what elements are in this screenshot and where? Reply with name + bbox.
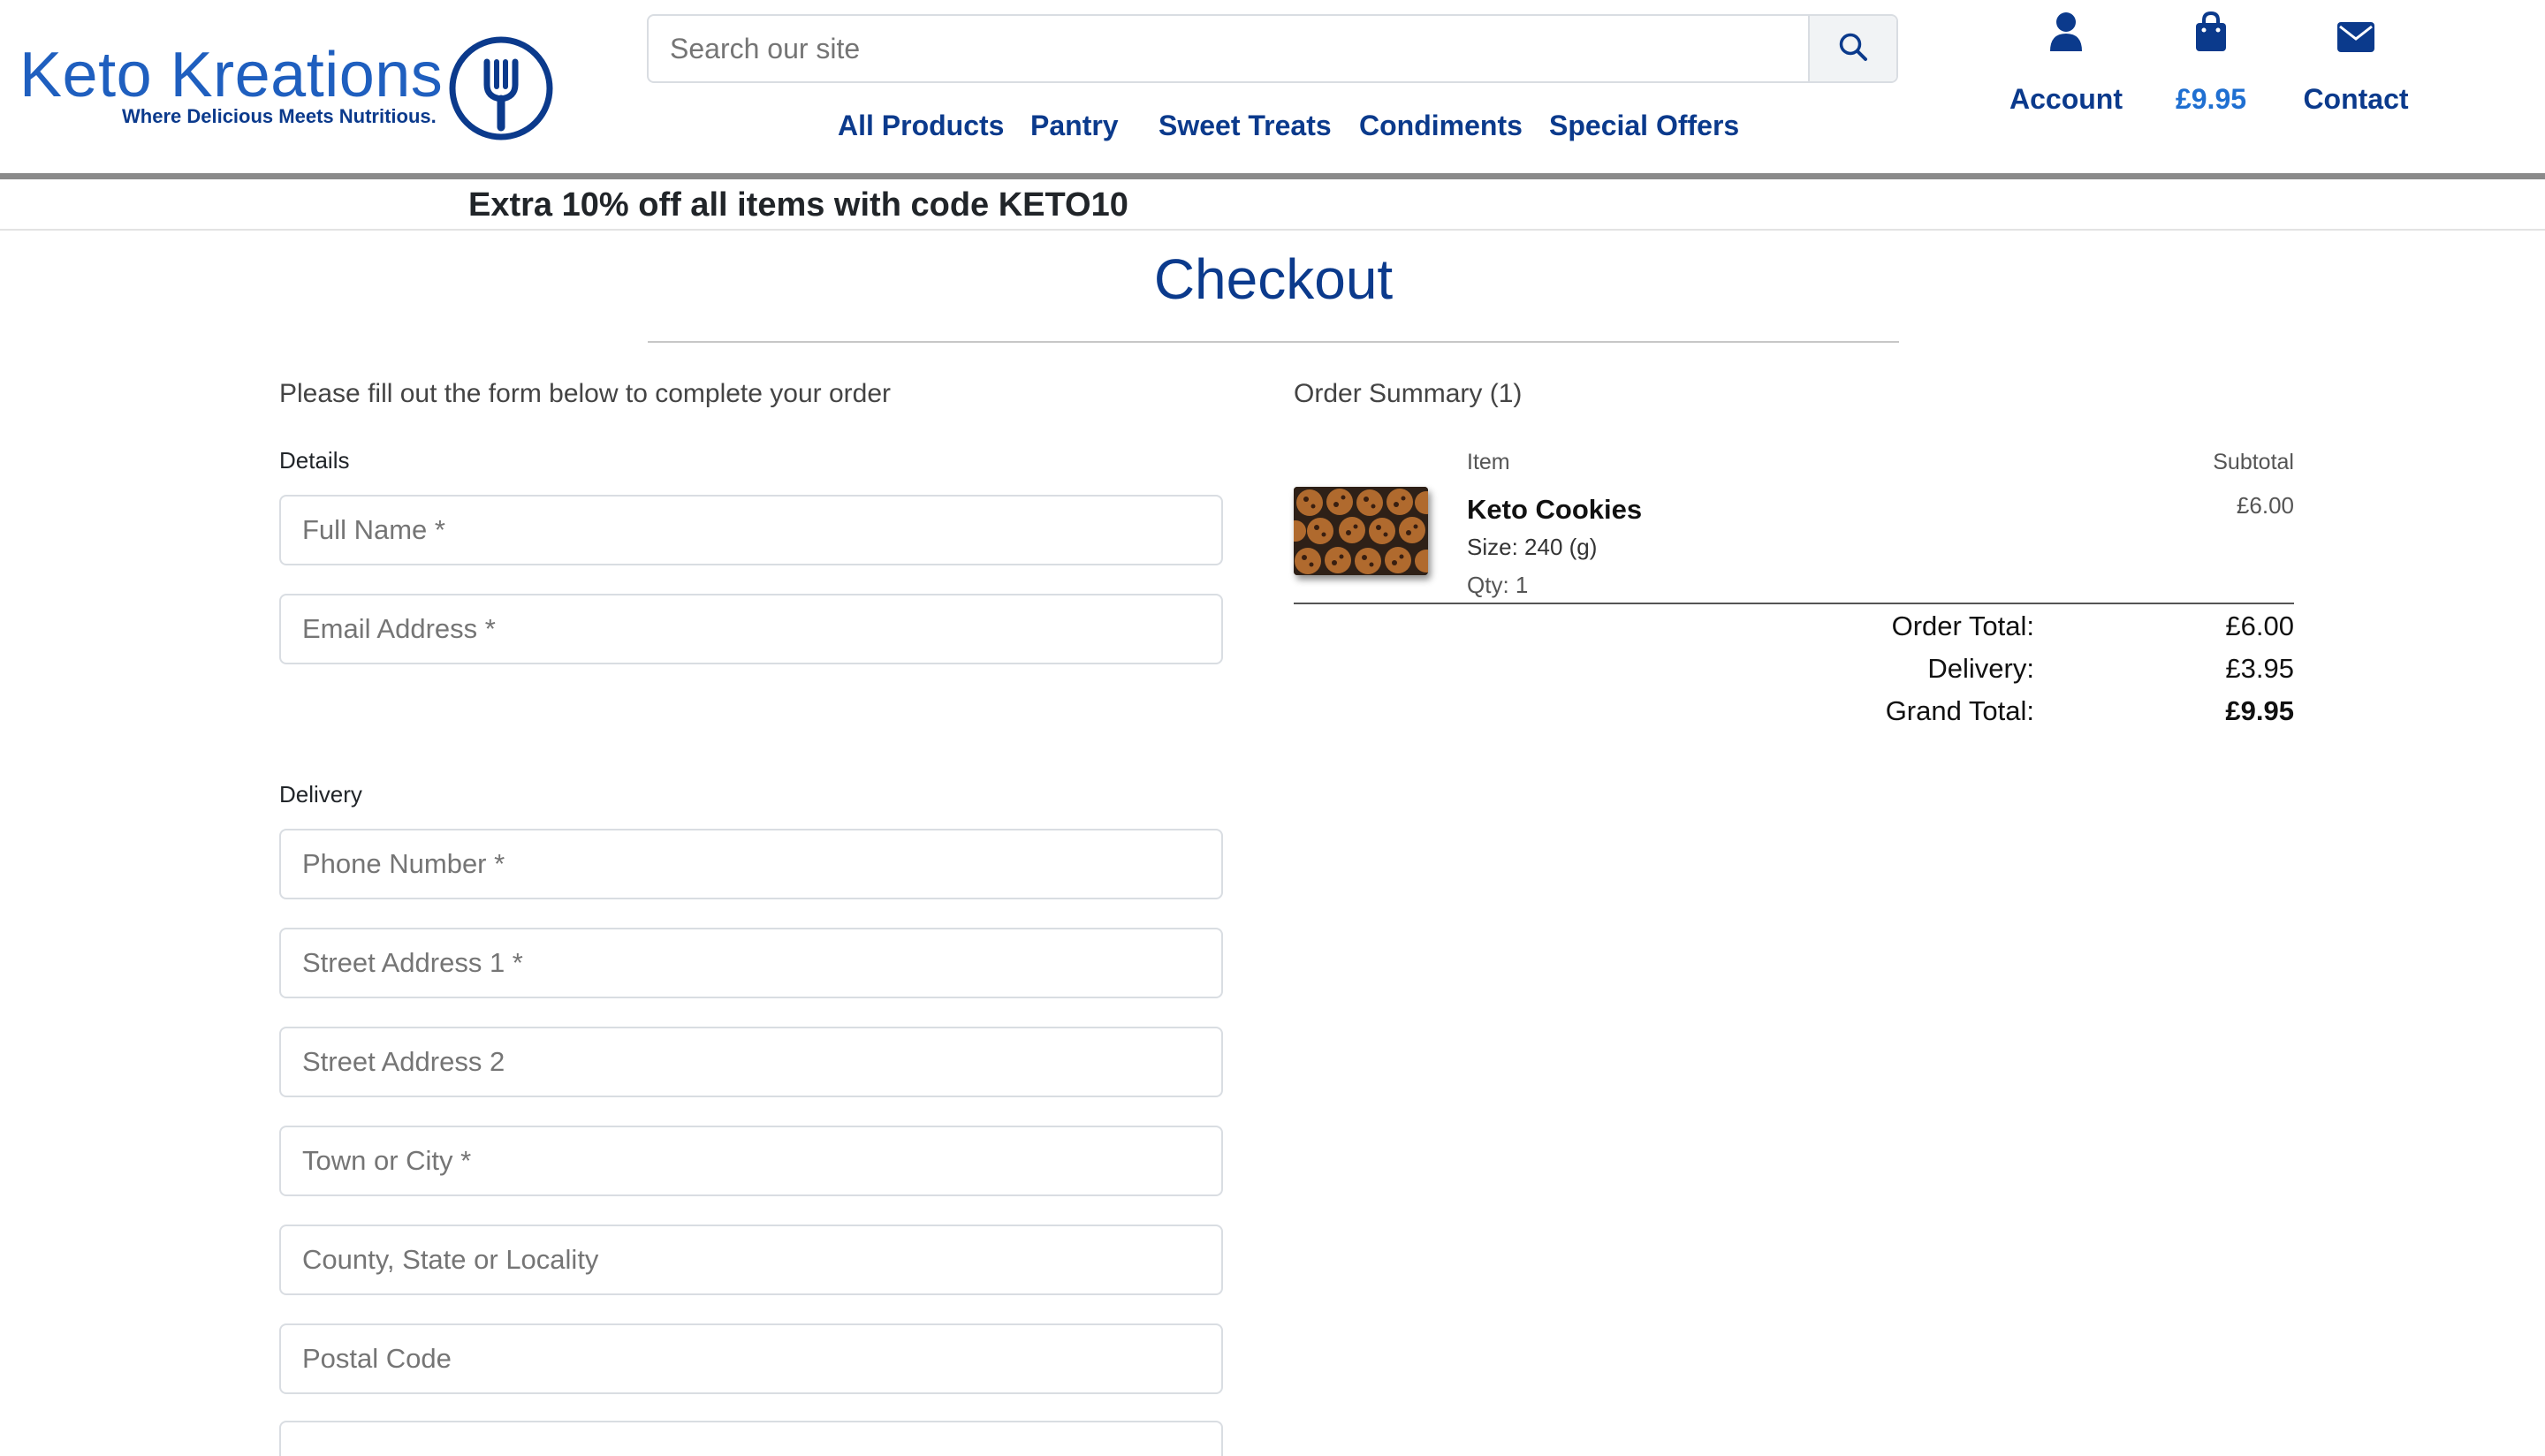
promo-banner [0,179,2545,231]
brand-tagline: Where Delicious Meets Nutritious. [122,105,437,127]
search-icon [1838,32,1868,66]
delivery-cost-label: Delivery: [1927,653,2034,684]
phone-field[interactable] [279,829,1223,899]
delivery-label: Delivery [279,781,362,808]
details-label: Details [279,447,350,474]
user-icon[interactable] [2040,9,2093,53]
product-thumbnail[interactable] [1294,487,1428,575]
order-total-value: £6.00 [2225,610,2294,641]
envelope-icon[interactable] [2329,9,2382,53]
brand-name[interactable]: Keto Kreations [19,35,443,115]
column-header-item: Item [1467,450,1510,474]
delivery-cost-value: £3.95 [2225,653,2294,684]
header-divider [0,173,2545,179]
nav-condiments[interactable]: Condiments [1359,108,1523,143]
nav-special-offers[interactable]: Special Offers [1549,108,1739,143]
summary-divider [1294,603,2294,604]
nav-sweet-treats[interactable]: Sweet Treats [1159,108,1332,143]
page-title: Checkout [1153,247,1394,311]
postcode-field[interactable] [279,1323,1223,1394]
country-field-partial[interactable] [279,1421,1223,1456]
nav-pantry[interactable]: Pantry [1030,108,1119,143]
order-summary-heading: Order Summary (1) [1294,379,1523,408]
county-field[interactable] [279,1225,1223,1295]
item-subtotal: £6.00 [2236,492,2294,519]
grand-total-value: £9.95 [2225,695,2294,726]
street-address-1-field[interactable] [279,928,1223,998]
email-field[interactable] [279,594,1223,664]
order-total-label: Order Total: [1891,610,2034,641]
title-divider [648,341,1899,343]
search-input[interactable] [649,16,1810,81]
account-link[interactable]: Account [2004,81,2128,117]
nav-all-products[interactable]: All Products [838,108,1004,143]
item-qty: Qty: 1 [1467,572,1529,598]
town-field[interactable] [279,1126,1223,1196]
search-bar [647,14,1898,83]
item-name: Keto Cookies [1467,494,1643,525]
promo-text: Extra 10% off all items with code KETO10 [468,186,1128,224]
search-button[interactable] [1808,16,1896,81]
basket-total[interactable]: £9.95 [2149,81,2273,117]
column-header-subtotal: Subtotal [2213,450,2294,474]
street-address-2-field[interactable] [279,1027,1223,1097]
fork-logo-icon[interactable] [448,35,554,141]
contact-link[interactable]: Contact [2294,81,2418,117]
item-size: Size: 240 (g) [1467,534,1598,560]
grand-total-label: Grand Total: [1885,695,2034,726]
shopping-bag-icon[interactable] [2184,9,2237,53]
full-name-field[interactable] [279,495,1223,565]
form-intro: Please fill out the form below to comple… [279,379,892,408]
